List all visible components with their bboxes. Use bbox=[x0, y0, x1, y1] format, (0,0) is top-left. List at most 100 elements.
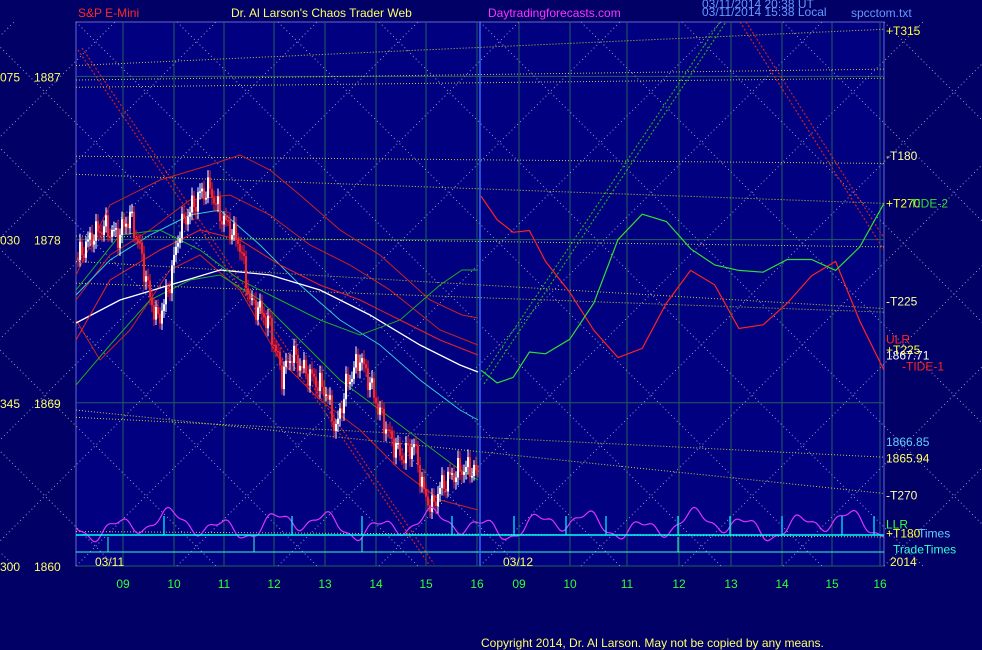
candle-body bbox=[157, 306, 159, 314]
candle-body bbox=[411, 447, 413, 459]
candle-body bbox=[415, 444, 417, 446]
candle-body bbox=[447, 471, 449, 492]
candle-body bbox=[321, 372, 323, 387]
candle-body bbox=[405, 443, 407, 464]
candle-body bbox=[151, 297, 153, 306]
candle-body bbox=[167, 287, 169, 290]
candle-body bbox=[333, 420, 335, 432]
candle-body bbox=[279, 351, 281, 366]
candle-body bbox=[459, 458, 461, 472]
candle-body bbox=[103, 226, 105, 235]
candle-body bbox=[143, 253, 145, 282]
candle-body bbox=[221, 221, 223, 225]
candle-body bbox=[355, 354, 357, 368]
x-tick-label: 13 bbox=[724, 577, 738, 591]
candle-body bbox=[237, 239, 239, 244]
candle-body bbox=[375, 397, 377, 404]
candle-body bbox=[253, 298, 255, 301]
candle-body bbox=[319, 372, 321, 391]
candle-body bbox=[335, 423, 337, 432]
right-label: Times bbox=[918, 526, 950, 540]
candle-body bbox=[407, 443, 409, 446]
candle-body bbox=[435, 501, 437, 507]
right-label: +T315 bbox=[886, 24, 921, 38]
candle-body bbox=[193, 195, 195, 207]
candle-body bbox=[463, 471, 465, 475]
candle-body bbox=[451, 473, 453, 475]
candle-body bbox=[443, 475, 445, 489]
candle-body bbox=[113, 229, 115, 232]
candle-body bbox=[159, 313, 161, 324]
date-label-day2: 03/12 bbox=[503, 555, 533, 569]
candle-body bbox=[111, 229, 113, 237]
x-tick-label: 11 bbox=[218, 577, 231, 591]
candle-body bbox=[367, 368, 369, 390]
candle-body bbox=[191, 195, 193, 213]
candle-body bbox=[317, 387, 319, 391]
candle-body bbox=[125, 223, 127, 227]
candle-body bbox=[377, 403, 379, 415]
candle-body bbox=[169, 289, 171, 294]
candle-body bbox=[213, 198, 215, 204]
candle-body bbox=[147, 276, 149, 281]
candle-body bbox=[427, 496, 429, 506]
candle-body bbox=[295, 345, 297, 355]
candle-body bbox=[101, 232, 103, 235]
candle-body bbox=[339, 408, 341, 419]
candle-body bbox=[185, 218, 187, 225]
candle-body bbox=[133, 211, 135, 238]
y-tick-label: 1869 bbox=[34, 397, 61, 411]
candle-body bbox=[217, 196, 219, 205]
candle-body bbox=[257, 307, 259, 320]
candle-body bbox=[277, 351, 279, 353]
candle-body bbox=[225, 215, 227, 220]
candle-body bbox=[195, 206, 197, 212]
candle-body bbox=[301, 366, 303, 369]
candle-body bbox=[259, 301, 261, 308]
candle-body bbox=[137, 238, 139, 243]
candle-body bbox=[173, 254, 175, 266]
right-label: -T180 bbox=[886, 149, 918, 163]
candle-body bbox=[369, 382, 371, 390]
candle-body bbox=[91, 232, 93, 245]
candle-body bbox=[241, 251, 243, 254]
y-tick-label: 1860 bbox=[34, 560, 61, 574]
year-label: 2014 bbox=[890, 555, 917, 569]
candle-body bbox=[403, 459, 405, 464]
candle-body bbox=[161, 310, 163, 324]
candle-body bbox=[269, 315, 271, 319]
candle-body bbox=[287, 360, 289, 363]
candle-body bbox=[247, 288, 249, 295]
date-label-day1: 03/11 bbox=[95, 555, 124, 569]
candle-body bbox=[107, 215, 109, 237]
candle-body bbox=[95, 221, 97, 241]
candle-body bbox=[255, 300, 257, 320]
candle-body bbox=[345, 373, 347, 400]
candle-body bbox=[371, 378, 373, 383]
candle-body bbox=[189, 212, 191, 217]
candle-body bbox=[145, 276, 147, 282]
candle-body bbox=[461, 471, 463, 475]
candle-body bbox=[439, 487, 441, 494]
candle-body bbox=[373, 378, 375, 398]
candle-body bbox=[349, 381, 351, 385]
candle-body bbox=[171, 265, 173, 294]
candle-body bbox=[457, 458, 459, 478]
candle-body bbox=[289, 361, 291, 363]
right-label: -TIDE-1 bbox=[902, 360, 944, 374]
candle-body bbox=[297, 354, 299, 371]
candle-body bbox=[149, 280, 151, 298]
x-tick-label: 12 bbox=[267, 577, 281, 591]
candle-body bbox=[175, 246, 177, 255]
right-label: -T225 bbox=[886, 294, 918, 308]
candle-body bbox=[121, 219, 123, 235]
candle-body bbox=[421, 476, 423, 487]
candle-body bbox=[323, 386, 325, 396]
candle-body bbox=[135, 237, 137, 240]
candle-body bbox=[313, 373, 315, 377]
candle-body bbox=[395, 443, 397, 458]
candle-body bbox=[341, 408, 343, 414]
right-label: 1866.85 bbox=[886, 435, 930, 449]
x-tick-label: 13 bbox=[318, 577, 332, 591]
candle-body bbox=[275, 344, 277, 352]
